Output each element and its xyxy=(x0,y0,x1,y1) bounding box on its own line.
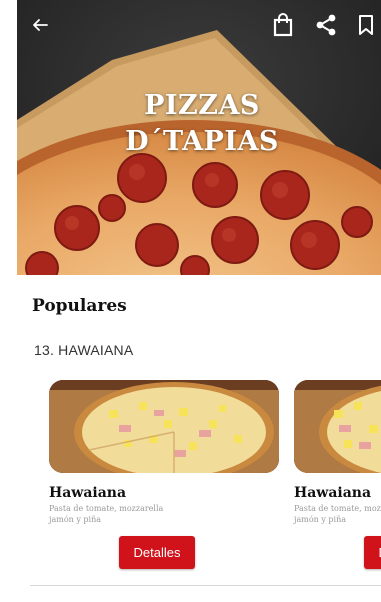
pizza-photo xyxy=(294,380,381,473)
bookmark-button[interactable] xyxy=(355,12,377,38)
divider xyxy=(30,585,381,586)
product-description: Pasta de tomate, mozzarella jamón y piña xyxy=(49,504,164,524)
details-button[interactable]: Detalles xyxy=(364,536,381,569)
title-line-1: PIZZAS xyxy=(144,90,260,121)
shopping-bag-icon xyxy=(273,13,293,37)
back-button[interactable] xyxy=(27,12,53,38)
product-image[interactable] xyxy=(49,380,279,473)
product-description: Pasta de tomate, mozzarella jamón y piña xyxy=(294,504,381,524)
section-title: Populares xyxy=(32,296,127,316)
category-label: 13. HAWAIANA xyxy=(34,342,134,358)
back-arrow-icon xyxy=(33,19,48,31)
product-image[interactable] xyxy=(294,380,381,473)
details-button[interactable]: Detalles xyxy=(119,536,195,569)
product-name: Hawaiana xyxy=(49,485,127,501)
product-card[interactable]: Hawaiana Pasta de tomate, mozzarella jam… xyxy=(49,380,281,580)
restaurant-title: PIZZAS D´TAPIAS xyxy=(17,88,381,160)
share-icon xyxy=(316,14,336,36)
pizza-photo xyxy=(49,380,279,473)
hero-banner: PIZZAS D´TAPIAS xyxy=(17,0,381,275)
product-name: Hawaiana xyxy=(294,485,372,501)
title-line-2: D´TAPIAS xyxy=(125,126,279,157)
bookmark-icon xyxy=(359,15,373,35)
share-button[interactable] xyxy=(313,12,339,38)
product-card[interactable]: Hawaiana Pasta de tomate, mozzarella jam… xyxy=(294,380,381,580)
products-carousel[interactable]: Hawaiana Pasta de tomate, mozzarella jam… xyxy=(0,380,381,580)
cart-button[interactable] xyxy=(270,12,296,38)
